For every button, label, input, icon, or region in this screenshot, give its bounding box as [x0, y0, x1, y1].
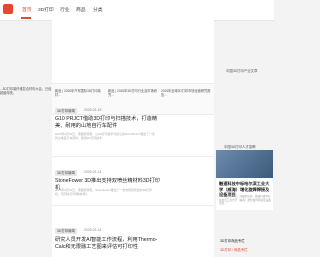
article-title[interactable]: G10 PRJCT借助3D打印与扫描技术，打造精美、耐用的山地自行车配件 [55, 116, 160, 130]
site-logo[interactable] [3, 4, 13, 14]
related-link[interactable]: 新品 | 2026年3D打印行业及市场研究... [108, 89, 158, 97]
article-divider [52, 205, 214, 206]
nav-item-3d-printing[interactable]: 3D打印 [38, 6, 54, 13]
products-heading: 3D打印商品专栏 [220, 239, 245, 243]
related-link[interactable]: 2026年全球3D打印市场全面研究报告... [161, 89, 211, 97]
card-heading: 中国3D打印人才招聘 [224, 145, 256, 149]
article-title[interactable]: 研究人员开发AI智能工作流程，利用Thermo-Calc和无限融工艺图来评估可打… [55, 237, 160, 251]
article-date: 2025-02-15 [84, 108, 102, 112]
article-tag[interactable]: 3D打印新闻 [55, 108, 77, 114]
sidebar-heading: 中国3D打印产业文章 [226, 69, 258, 73]
left-snippet-text[interactable]: ...3D打印碳纤维复合材料大会，已经超越传统。 [0, 87, 52, 95]
nav-item-categories[interactable]: 分类 [93, 6, 103, 13]
article-divider [52, 156, 214, 157]
top-navigation-bar: 首页 3D打印 行业 商品 分类 [0, 0, 274, 21]
featured-card[interactable]: 融速科技中标哈尔滨工业大学（威海）增化旋焊焊接及设备项目 2025年2月12日，… [216, 150, 273, 210]
related-link[interactable]: 新品 | 2026年汽车国际3D打印增材... [55, 89, 105, 97]
products-sublink[interactable]: 3D打印 / 商品专栏 [220, 247, 248, 252]
featured-card-excerpt: 2025年2月12日，南极熊获悉，融速科技中标哈尔滨工业大学（威海）增化旋焊焊接… [219, 195, 271, 206]
featured-card-image [216, 150, 273, 178]
article-tag[interactable]: 3D打印新闻 [55, 170, 77, 176]
article-excerpt: 2025年2月15日，南极熊获悉，以3D打印技术为核心的G10 PRJCT推出了… [55, 132, 155, 140]
article-tag[interactable]: 3D打印新闻 [55, 228, 77, 234]
active-nav-indicator [21, 17, 31, 19]
right-sidebar: 中国3D打印产业文章 中国3D打印人才招聘 融速科技中标哈尔滨工业大学（威海）增… [214, 20, 274, 257]
nav-item-products[interactable]: 商品 [76, 6, 86, 13]
main-article-list: 新品 | 2026年汽车国际3D打印增材... 新品 | 2026年3D打印行业… [52, 20, 214, 257]
article-date: 2025-02-14 [84, 170, 102, 174]
article-excerpt: 2025年2月14日，南极熊获悉，StoneFower推出了一款支持双喷丝的3D… [55, 188, 153, 196]
nav-item-industry[interactable]: 行业 [60, 6, 70, 13]
nav-item-home[interactable]: 首页 [22, 6, 32, 13]
article-date: 2025-02-14 [84, 228, 102, 232]
